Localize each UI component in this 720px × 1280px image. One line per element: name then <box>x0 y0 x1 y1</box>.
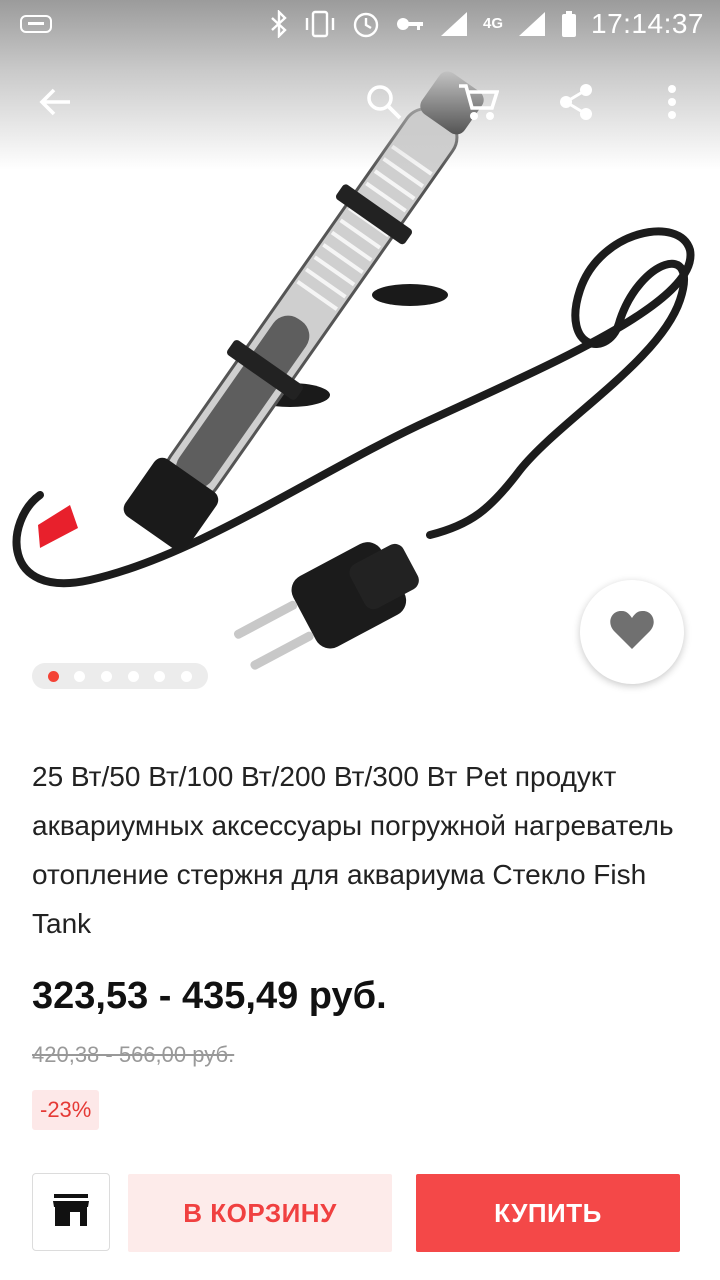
search-button[interactable] <box>356 76 412 132</box>
back-button[interactable] <box>28 76 84 132</box>
share-icon <box>558 83 594 126</box>
gallery-indicator <box>32 663 208 689</box>
cart-button[interactable] <box>450 76 506 132</box>
battery-icon <box>561 10 577 38</box>
gallery-dot[interactable] <box>127 670 139 682</box>
search-icon <box>365 83 403 126</box>
back-arrow-icon <box>38 84 74 125</box>
vibrate-icon <box>303 10 337 38</box>
bluetooth-icon <box>269 10 289 38</box>
app-bar <box>0 56 720 152</box>
alarm-icon <box>351 9 381 39</box>
add-to-cart-button[interactable]: В КОРЗИНУ <box>128 1174 392 1252</box>
product-price: 323,53 - 435,49 руб. <box>32 975 387 1017</box>
share-button[interactable] <box>548 76 604 132</box>
product-title: 25 Вт/50 Вт/100 Вт/200 Вт/300 Вт Pet про… <box>32 761 674 939</box>
store-button[interactable] <box>32 1173 110 1251</box>
product-info: 25 Вт/50 Вт/100 Вт/200 Вт/300 Вт Pet про… <box>32 752 688 948</box>
gallery-dot[interactable] <box>181 670 193 682</box>
network-type: 4G <box>482 15 503 32</box>
wishlist-button[interactable] <box>580 580 684 684</box>
store-icon <box>52 1193 90 1232</box>
status-time: 17:14:37 <box>591 8 704 39</box>
more-button[interactable] <box>644 76 700 132</box>
key-icon <box>395 14 425 34</box>
more-vert-icon <box>667 84 677 125</box>
discount-badge: -23% <box>32 1090 100 1130</box>
signal-icon <box>439 10 469 38</box>
gallery-dot[interactable] <box>154 670 166 682</box>
cart-icon <box>457 82 500 127</box>
gallery-dot[interactable] <box>101 670 113 682</box>
buy-now-button[interactable]: КУПИТЬ <box>416 1174 680 1252</box>
status-bar: 4G 17:14:37 <box>0 0 720 48</box>
signal-icon-2 <box>517 10 547 38</box>
heart-icon <box>609 609 655 656</box>
gallery-dot[interactable] <box>74 670 86 682</box>
old-price: 420,38 - 566,00 руб. <box>32 1042 235 1067</box>
gallery-dot[interactable] <box>47 670 59 682</box>
keyboard-icon <box>20 14 52 34</box>
